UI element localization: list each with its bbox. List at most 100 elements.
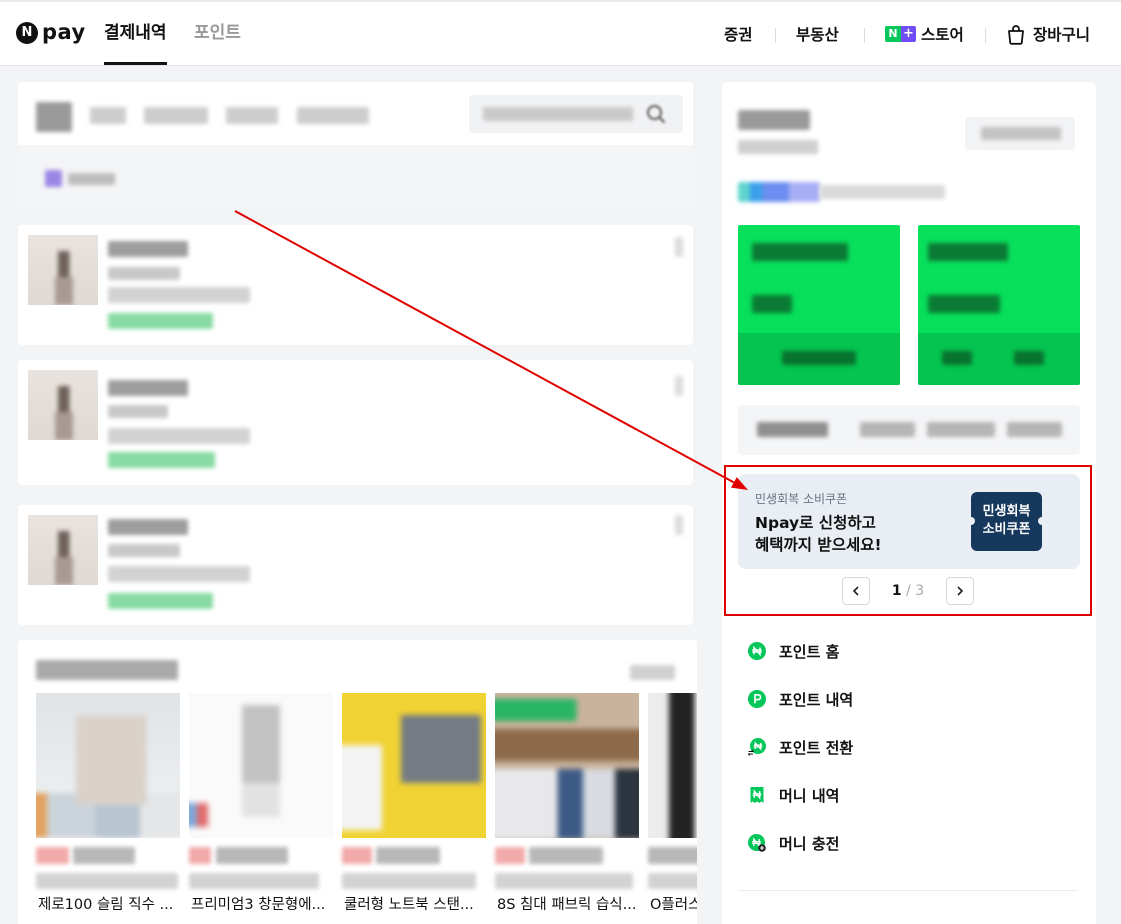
money-action-redacted[interactable] — [1014, 351, 1044, 365]
filter-chip-icon[interactable] — [45, 170, 62, 187]
product-discount-redacted — [495, 847, 525, 864]
points-action-button[interactable] — [738, 333, 900, 385]
point-home-icon — [748, 642, 766, 660]
menu-item-label: 포인트 전환 — [779, 738, 854, 757]
recommended-products-card: 제로100 슬림 직수 ... 프리미엄3 창문형에... 쿨러형 노트북 스탠… — [18, 640, 697, 924]
product-image — [342, 693, 486, 838]
filter-tab[interactable] — [90, 107, 126, 124]
filter-chip-row — [18, 145, 693, 207]
product-name: 프리미엄3 창문형에... — [191, 897, 326, 913]
product-price-redacted — [376, 847, 440, 864]
order-price-redacted — [108, 428, 250, 444]
product-meta-redacted — [648, 873, 697, 889]
order-store-redacted — [108, 519, 188, 535]
membership-text-redacted — [820, 185, 945, 199]
quick-link-redacted[interactable] — [1007, 422, 1062, 437]
quick-link-redacted[interactable] — [927, 422, 995, 437]
product-tile[interactable]: 프리미엄3 창문형에... — [189, 693, 333, 924]
promo-banner[interactable]: 민생회복 소비쿠폰 Npay로 신청하고 혜택까지 받으세요! 민생회복 소비쿠… — [738, 474, 1080, 569]
menu-item-money-charge[interactable]: 머니 충전 — [738, 823, 1078, 863]
user-id-redacted — [738, 140, 818, 154]
order-search-input[interactable] — [469, 95, 683, 133]
product-meta-redacted — [495, 873, 633, 889]
order-item[interactable] — [18, 505, 693, 625]
npay-logo-text: pay — [42, 19, 86, 44]
order-product-redacted — [108, 405, 168, 418]
order-product-redacted — [108, 544, 180, 557]
order-more-icon[interactable] — [675, 376, 683, 396]
product-meta-redacted — [36, 873, 178, 889]
money-action-bar — [918, 333, 1080, 385]
filter-tab-selected[interactable] — [36, 102, 72, 132]
product-image — [189, 693, 333, 838]
product-tile[interactable]: O플러스 — [648, 693, 697, 924]
order-thumbnail — [28, 235, 98, 305]
money-action-redacted[interactable] — [942, 351, 972, 365]
tab-payment-history[interactable]: 결제내역 — [104, 2, 167, 65]
product-tile[interactable]: 쿨러형 노트북 스탠... — [342, 693, 486, 924]
order-price-redacted — [108, 566, 250, 582]
order-more-icon[interactable] — [675, 515, 683, 535]
order-item[interactable] — [18, 225, 693, 345]
recommend-title-redacted — [36, 660, 178, 680]
search-placeholder-redacted — [483, 107, 633, 121]
product-price-redacted — [216, 847, 288, 864]
menu-item-point-history[interactable]: 포인트 내역 — [738, 679, 1078, 719]
order-more-icon[interactable] — [675, 237, 683, 257]
money-charge-icon — [748, 834, 766, 852]
promo-title-line: 혜택까지 받으세요! — [755, 536, 882, 554]
filter-chip-label[interactable] — [68, 173, 115, 185]
link-real-estate[interactable]: 부동산 — [796, 2, 839, 66]
quick-link-redacted[interactable] — [757, 422, 828, 437]
nav-divider — [775, 28, 776, 43]
coupon-badge-line: 소비쿠폰 — [982, 522, 1031, 537]
nplus-badge-n: N — [885, 26, 901, 42]
product-image — [36, 693, 180, 838]
filter-tab[interactable] — [144, 107, 208, 124]
profile-button-redacted[interactable] — [965, 117, 1075, 150]
link-cart[interactable]: 장바구니 — [1005, 2, 1090, 66]
product-image — [648, 693, 697, 838]
top-nav: N pay 결제내역 포인트 증권 부동산 N + 스토어 장바구니 — [0, 0, 1121, 66]
points-balance-card[interactable] — [738, 225, 900, 385]
point-history-icon — [748, 690, 766, 708]
nplus-store-icon: N + — [885, 26, 916, 42]
user-name-redacted — [738, 110, 810, 130]
money-label-redacted — [928, 243, 1008, 261]
menu-item-money-history[interactable]: 머니 내역 — [738, 775, 1078, 815]
product-tile[interactable]: 8S 침대 패브릭 습식... — [495, 693, 639, 924]
product-name: 8S 침대 패브릭 습식... — [497, 897, 637, 913]
product-name: O플러스 — [650, 897, 697, 913]
promo-page-indicator: 1 / 3 — [878, 582, 938, 600]
filter-tab[interactable] — [297, 107, 369, 124]
chevron-right-icon — [957, 586, 964, 596]
product-tile[interactable]: 제로100 슬림 직수 ... — [36, 693, 180, 924]
money-balance-card[interactable] — [918, 225, 1080, 385]
order-status-redacted — [108, 313, 213, 329]
link-store[interactable]: N + 스토어 — [885, 2, 964, 66]
tab-points[interactable]: 포인트 — [194, 2, 241, 65]
profile-button-label-redacted — [981, 127, 1061, 140]
order-thumbnail — [28, 515, 98, 585]
order-item[interactable] — [18, 360, 693, 485]
menu-item-label: 머니 내역 — [779, 786, 840, 805]
product-meta-redacted — [189, 873, 319, 889]
recommend-more-redacted[interactable] — [630, 665, 675, 680]
payment-filter-card — [18, 82, 693, 207]
product-image — [495, 693, 639, 838]
filter-tab[interactable] — [226, 107, 278, 124]
cart-label: 장바구니 — [1033, 26, 1091, 44]
menu-item-point-home[interactable]: 포인트 홈 — [738, 631, 1078, 671]
link-securities[interactable]: 증권 — [724, 2, 753, 66]
product-name: 제로100 슬림 직수 ... — [38, 897, 174, 913]
coupon-notch — [1038, 517, 1046, 525]
npay-logo[interactable]: N pay — [16, 19, 86, 44]
search-icon — [646, 104, 666, 124]
promo-next-button[interactable] — [946, 577, 974, 605]
chevron-left-icon — [852, 586, 859, 596]
quick-link-redacted[interactable] — [860, 422, 915, 437]
menu-item-point-convert[interactable]: 포인트 전환 — [738, 727, 1078, 767]
product-price-redacted — [73, 847, 135, 864]
promo-prev-button[interactable] — [842, 577, 870, 605]
order-store-redacted — [108, 380, 188, 396]
